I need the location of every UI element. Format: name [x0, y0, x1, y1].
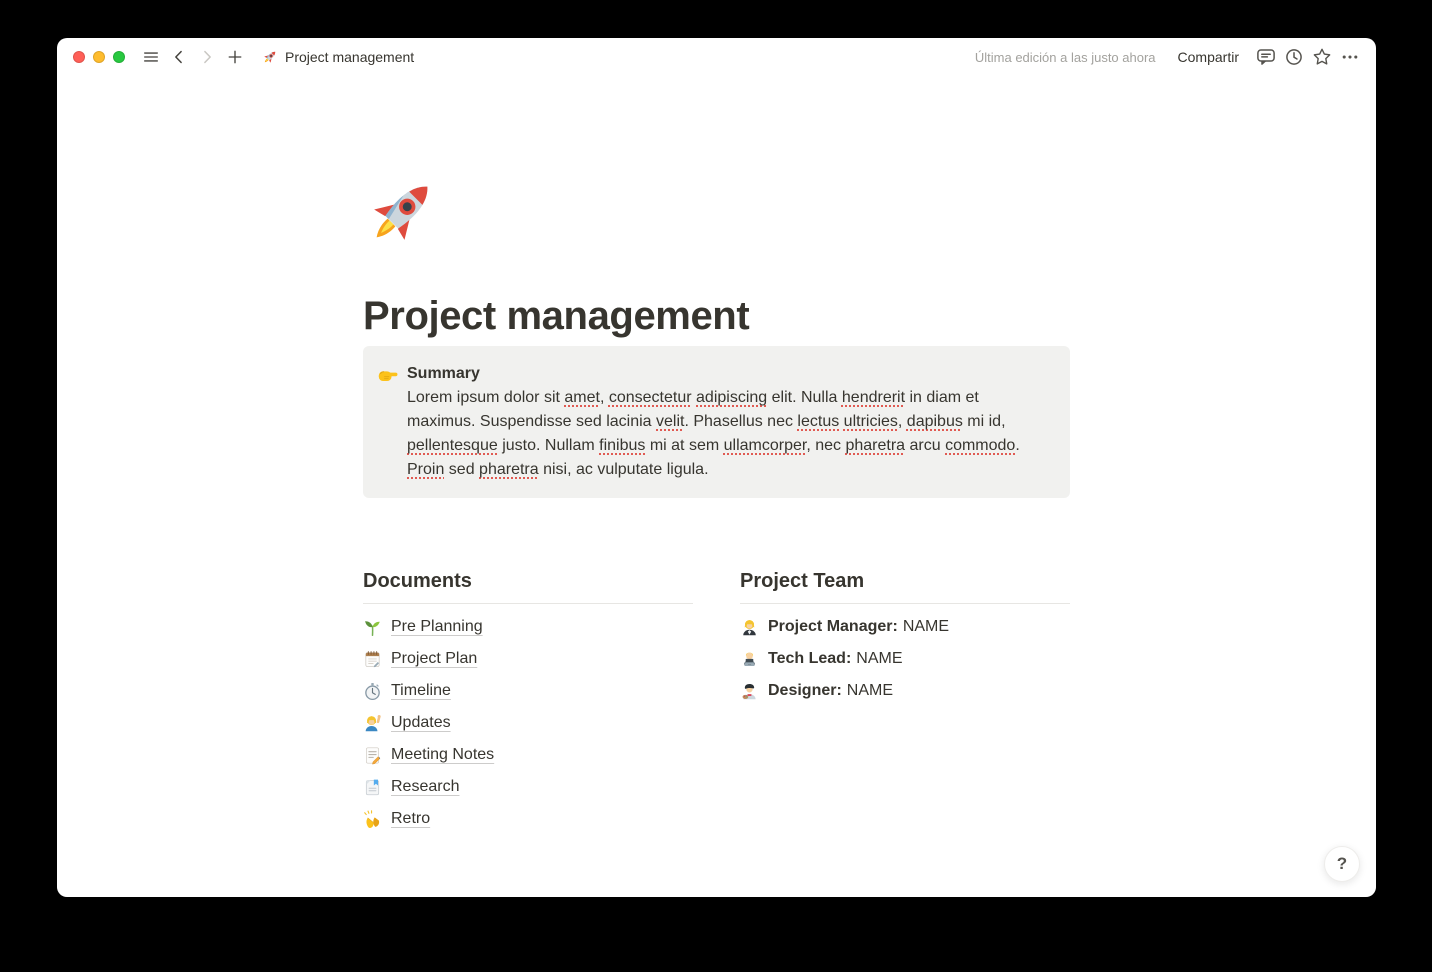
team-section: Project Team Project Manager: NAME Tech L… [740, 568, 1070, 835]
documents-section: Documents Pre Planning Project Plan Time… [363, 568, 693, 835]
help-button[interactable]: ? [1324, 846, 1360, 882]
new-page-button[interactable] [222, 44, 248, 70]
more-button[interactable] [1337, 44, 1363, 70]
clock-icon [1284, 47, 1304, 67]
comments-button[interactable] [1253, 44, 1279, 70]
misspelled-word: ullamcorper [723, 437, 807, 454]
zoom-button[interactable] [113, 51, 125, 63]
summary-callout[interactable]: Summary Lorem ipsum dolor sit amet, cons… [363, 346, 1070, 498]
text-segment: sed [444, 461, 480, 478]
divider [740, 603, 1070, 604]
window-controls [73, 51, 125, 63]
team-member-row: Tech Lead: NAME [740, 643, 1070, 675]
text-segment: arcu [905, 437, 946, 454]
text-segment: mi at sem [645, 437, 724, 454]
text-segment: , [599, 389, 609, 406]
spiral-notepad-icon [363, 650, 382, 669]
documents-list: Pre Planning Project Plan Timeline Updat… [363, 611, 693, 835]
document-link[interactable]: Meeting Notes [363, 739, 693, 771]
text-segment: , [897, 413, 907, 430]
text-segment: mi id, [962, 413, 1006, 430]
back-button[interactable] [166, 44, 192, 70]
callout-heading: Summary [407, 365, 480, 382]
misspelled-word: ultricies [843, 413, 898, 430]
forward-button[interactable] [194, 44, 220, 70]
documents-heading: Documents [363, 570, 472, 592]
breadcrumb[interactable]: Project management [256, 46, 420, 68]
team-member-row: Project Manager: NAME [740, 611, 1070, 643]
bookmark-tabs-icon [363, 778, 382, 797]
last-edited-status: Última edición a las justo ahora [974, 49, 1156, 65]
misspelled-word: commodo [945, 437, 1016, 454]
text-segment: . [1015, 437, 1020, 454]
divider [363, 603, 693, 604]
callout-body: Summary Lorem ipsum dolor sit amet, cons… [407, 362, 1046, 482]
minimize-button[interactable] [93, 51, 105, 63]
ellipsis-icon [1340, 47, 1360, 67]
plus-icon [226, 48, 244, 66]
misspelled-word: pellentesque [407, 437, 498, 454]
close-button[interactable] [73, 51, 85, 63]
team-heading: Project Team [740, 570, 865, 592]
star-icon [1312, 47, 1332, 67]
chevron-left-icon [170, 48, 188, 66]
document-link[interactable]: Pre Planning [363, 611, 693, 643]
hamburger-icon [142, 48, 160, 66]
chevron-right-icon [198, 48, 216, 66]
text-segment: , nec [806, 437, 846, 454]
misspelled-word: lectus [797, 413, 840, 430]
team-member-row: Designer: NAME [740, 675, 1070, 707]
clapping-hands-icon [363, 809, 382, 829]
favorite-button[interactable] [1309, 44, 1335, 70]
misspelled-word: finibus [599, 437, 646, 454]
seedling-icon [363, 618, 382, 637]
updates-button[interactable] [1281, 44, 1307, 70]
misspelled-word: consectetur [608, 389, 692, 406]
comment-icon [1256, 47, 1276, 67]
rocket-icon [262, 49, 278, 65]
document-link[interactable]: Research [363, 771, 693, 803]
misspelled-word: amet [564, 389, 600, 406]
document-link[interactable]: Updates [363, 707, 693, 739]
team-list: Project Manager: NAME Tech Lead: NAME Desi… [740, 611, 1070, 707]
misspelled-word: pharetra [845, 437, 906, 454]
document-link[interactable]: Timeline [363, 675, 693, 707]
sidebar-toggle-button[interactable] [138, 44, 164, 70]
memo-icon [363, 746, 382, 765]
document-link[interactable]: Project Plan [363, 643, 693, 675]
page-content: Project management Summary Lorem ipsum d… [57, 76, 1376, 897]
titlebar-actions: Última edición a las justo ahora Compart… [975, 44, 1363, 70]
misspelled-word: velit [656, 413, 685, 430]
misspelled-word: Proin [407, 461, 445, 478]
woman-raising-hand-icon [363, 714, 382, 733]
man-technologist-icon [740, 650, 759, 669]
page-icon[interactable] [363, 173, 441, 251]
page-title[interactable]: Project management [363, 291, 1070, 341]
document-link[interactable]: Retro [363, 803, 693, 835]
misspelled-word: hendrerit [841, 389, 906, 406]
app-window: Project management Última edición a las … [57, 38, 1376, 897]
text-segment: . Phasellus nec [684, 413, 798, 430]
misspelled-word: pharetra [479, 461, 539, 478]
misspelled-word: adipiscing [696, 389, 768, 406]
rocket-icon [363, 173, 441, 251]
pointing-right-icon [377, 363, 399, 385]
text-segment: Lorem ipsum dolor sit [407, 389, 565, 406]
misspelled-word: dapibus [906, 413, 963, 430]
summary-text: Lorem ipsum dolor sit amet, consectetur … [407, 386, 1046, 482]
woman-office-worker-icon [740, 618, 759, 637]
text-segment: justo. Nullam [497, 437, 600, 454]
stopwatch-icon [363, 682, 382, 701]
breadcrumb-title: Project management [285, 49, 415, 65]
text-segment: nisi, ac vulputate ligula. [538, 461, 709, 478]
man-artist-icon [740, 682, 759, 701]
columns: Documents Pre Planning Project Plan Time… [363, 568, 1070, 835]
titlebar: Project management Última edición a las … [57, 38, 1376, 76]
text-segment: elit. Nulla [767, 389, 842, 406]
share-button[interactable]: Compartir [1170, 45, 1247, 69]
